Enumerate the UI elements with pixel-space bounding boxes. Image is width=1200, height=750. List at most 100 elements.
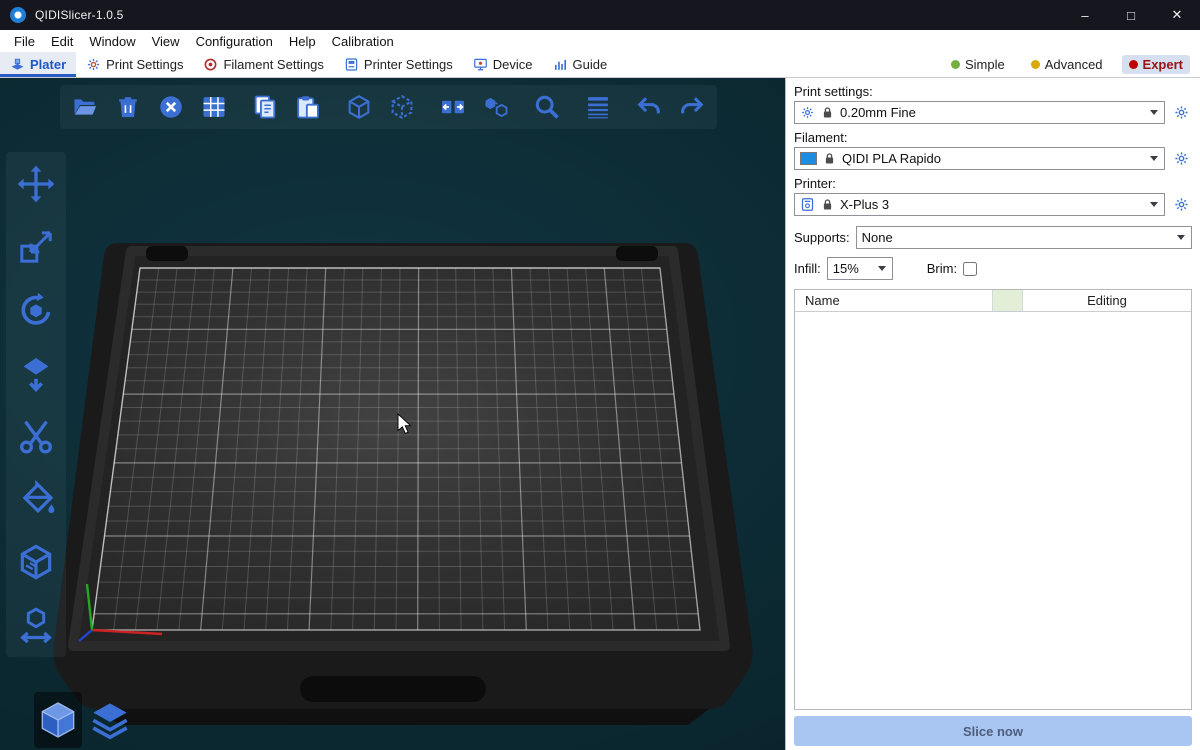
- tabs: Plater Print Settings Filament Settings Pri…: [0, 52, 617, 77]
- increase-instances-icon: [345, 93, 373, 121]
- bed-front-skirt: [97, 709, 709, 725]
- paste-icon: [294, 93, 322, 121]
- toolbar-group: [340, 88, 421, 126]
- bed-front-handle: [300, 676, 486, 702]
- decrease-instances-button[interactable]: [383, 88, 421, 126]
- copy-button[interactable]: [246, 88, 284, 126]
- open-folder-button[interactable]: [66, 88, 104, 126]
- preview-view-button[interactable]: [86, 692, 134, 748]
- minimize-button[interactable]: –: [1062, 0, 1108, 30]
- print-settings-icon: [86, 57, 101, 72]
- print-settings-combo[interactable]: 0.20mm Fine: [794, 101, 1165, 124]
- tab-printer-settings[interactable]: Printer Settings: [334, 52, 463, 77]
- menu-calibration[interactable]: Calibration: [324, 34, 402, 49]
- toolbar-group: [66, 88, 233, 126]
- split-objects-button[interactable]: [434, 88, 472, 126]
- cut-icon: [16, 416, 56, 456]
- tab-label: Printer Settings: [364, 57, 453, 72]
- rotate-tool-button[interactable]: [10, 284, 62, 336]
- spacing-tool-button[interactable]: [10, 599, 62, 651]
- maximize-button[interactable]: □: [1108, 0, 1154, 30]
- column-header-name[interactable]: Name: [795, 290, 993, 311]
- tab-guide[interactable]: Guide: [543, 52, 618, 77]
- column-header-extruder[interactable]: [993, 290, 1023, 311]
- tab-filament-settings[interactable]: Filament Settings: [193, 52, 333, 77]
- filament-combo[interactable]: QIDI PLA Rapido: [794, 147, 1165, 170]
- delete-button[interactable]: [109, 88, 147, 126]
- lock-icon: [820, 105, 835, 120]
- undo-button[interactable]: [630, 88, 668, 126]
- printer-row: X-Plus 3: [794, 193, 1192, 216]
- rotate-icon: [16, 290, 56, 330]
- device-icon: [473, 57, 488, 72]
- variable-layer-height-button[interactable]: [579, 88, 617, 126]
- increase-instances-button[interactable]: [340, 88, 378, 126]
- tab-label: Device: [493, 57, 533, 72]
- slice-now-button[interactable]: Slice now: [794, 716, 1192, 746]
- split-objects-icon: [439, 93, 467, 121]
- decrease-instances-icon: [388, 93, 416, 121]
- measure-tool-button[interactable]: [10, 536, 62, 588]
- mode-dot-icon: [1129, 60, 1138, 69]
- supports-combo[interactable]: None: [856, 226, 1192, 249]
- sidebar: Print settings: 0.20mm Fine Filament: QI…: [785, 78, 1200, 750]
- menu-configuration[interactable]: Configuration: [188, 34, 281, 49]
- measure-icon: [16, 542, 56, 582]
- lock-icon: [820, 197, 835, 212]
- open-folder-icon: [71, 93, 99, 121]
- infill-combo[interactable]: 15%: [827, 257, 893, 280]
- toolbar-group: [246, 88, 327, 126]
- guide-icon: [553, 57, 568, 72]
- mode-dot-icon: [951, 60, 960, 69]
- menu-edit[interactable]: Edit: [43, 34, 81, 49]
- menu-file[interactable]: File: [6, 34, 43, 49]
- object-list-body[interactable]: [795, 312, 1191, 709]
- printer-combo[interactable]: X-Plus 3: [794, 193, 1165, 216]
- cut-tool-button[interactable]: [10, 410, 62, 462]
- tab-label: Print Settings: [106, 57, 183, 72]
- delete-all-button[interactable]: [152, 88, 190, 126]
- menu-help[interactable]: Help: [281, 34, 324, 49]
- redo-button[interactable]: [673, 88, 711, 126]
- delete-all-icon: [157, 93, 185, 121]
- filament-value: QIDI PLA Rapido: [842, 151, 1145, 166]
- arrange-button[interactable]: [195, 88, 233, 126]
- paste-button[interactable]: [289, 88, 327, 126]
- paint-icon: [16, 479, 56, 519]
- menu-window[interactable]: Window: [81, 34, 143, 49]
- printer-edit-button[interactable]: [1170, 194, 1192, 216]
- editor-view-icon: [38, 700, 78, 740]
- tab-plater[interactable]: Plater: [0, 52, 76, 77]
- column-header-editing[interactable]: Editing: [1023, 290, 1191, 311]
- close-button[interactable]: ✕: [1154, 0, 1200, 30]
- infill-label: Infill:: [794, 261, 821, 276]
- print-bed[interactable]: [0, 78, 785, 750]
- mode-advanced[interactable]: Advanced: [1024, 55, 1110, 74]
- lock-icon: [822, 151, 837, 166]
- gear-icon: [1173, 104, 1190, 121]
- toolbar-group: [579, 88, 617, 126]
- split-parts-button[interactable]: [477, 88, 515, 126]
- place-on-face-tool-button[interactable]: [10, 347, 62, 399]
- editor-view-button[interactable]: [34, 692, 82, 748]
- filament-edit-button[interactable]: [1170, 148, 1192, 170]
- tab-print-settings[interactable]: Print Settings: [76, 52, 193, 77]
- menu-view[interactable]: View: [144, 34, 188, 49]
- move-tool-button[interactable]: [10, 158, 62, 210]
- chevron-down-icon: [1150, 202, 1158, 207]
- mode-expert[interactable]: Expert: [1122, 55, 1190, 74]
- 3d-viewport[interactable]: [0, 78, 785, 750]
- bed-clip-left: [146, 246, 188, 261]
- chevron-down-icon: [1177, 235, 1185, 240]
- tab-device[interactable]: Device: [463, 52, 543, 77]
- move-icon: [16, 164, 56, 204]
- scale-tool-button[interactable]: [10, 221, 62, 273]
- mode-simple[interactable]: Simple: [944, 55, 1012, 74]
- paint-tool-button[interactable]: [10, 473, 62, 525]
- brim-checkbox[interactable]: [963, 262, 977, 276]
- split-parts-icon: [482, 93, 510, 121]
- search-button[interactable]: [528, 88, 566, 126]
- infill-row: Infill: 15% Brim:: [794, 257, 1192, 280]
- chevron-down-icon: [878, 266, 886, 271]
- print-settings-edit-button[interactable]: [1170, 102, 1192, 124]
